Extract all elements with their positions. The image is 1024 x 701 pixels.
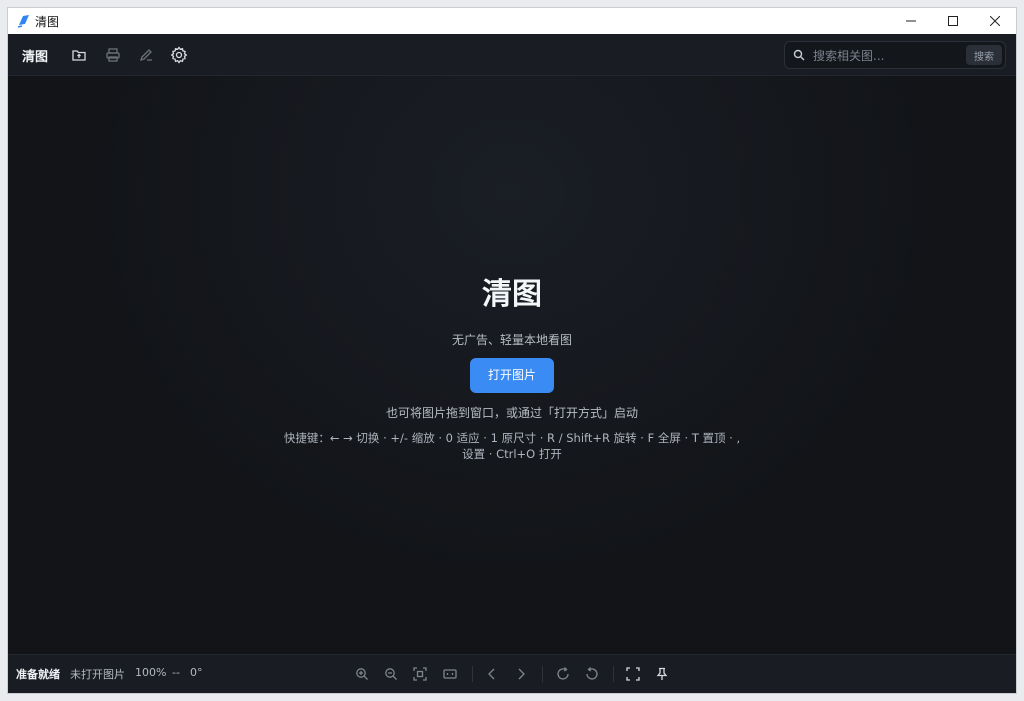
welcome-panel: 清图 无广告、轻量本地看图 打开图片 也可将图片拖到窗口，或通过「打开方式」启动… — [8, 274, 1016, 462]
settings-icon[interactable] — [169, 45, 189, 65]
open-image-button[interactable]: 打开图片 — [470, 358, 554, 393]
search-button[interactable]: 搜索 — [966, 45, 1002, 65]
status-bar: 准备就绪 未打开图片 100% -- 0° — [8, 654, 1016, 693]
status-rotation: 0° — [190, 666, 203, 679]
print-icon[interactable] — [103, 45, 123, 65]
shortcut-hints: 快捷键：← → 切换 · +/- 缩放 · 0 适应 · 1 原尺寸 · R /… — [283, 431, 741, 461]
zoom-out-icon[interactable] — [382, 665, 400, 683]
window-title: 清图 — [35, 15, 60, 29]
minimize-button[interactable] — [890, 8, 932, 34]
os-title-bar: 清图 — [8, 8, 1016, 34]
brand-label: 清图 — [22, 50, 49, 65]
fullscreen-icon[interactable] — [624, 665, 642, 683]
toolbar: 清图 搜索相关图... 搜索 — [8, 34, 1016, 76]
close-button[interactable] — [974, 8, 1016, 34]
next-icon[interactable] — [512, 665, 530, 683]
status-file: 未打开图片 — [70, 668, 125, 681]
edit-icon[interactable] — [136, 45, 156, 65]
actual-size-icon[interactable] — [441, 665, 459, 683]
prev-icon[interactable] — [483, 665, 501, 683]
search-input[interactable] — [811, 45, 965, 67]
search-icon — [793, 49, 805, 61]
open-folder-icon[interactable] — [69, 45, 89, 65]
zoom-in-icon[interactable] — [353, 665, 371, 683]
app-logo-icon — [16, 13, 32, 29]
viewer-area[interactable]: 清图 无广告、轻量本地看图 打开图片 也可将图片拖到窗口，或通过「打开方式」启动… — [8, 76, 1016, 655]
welcome-tagline: 无广告、轻量本地看图 — [451, 333, 572, 347]
rotate-right-icon[interactable] — [554, 665, 572, 683]
welcome-title: 清图 — [482, 277, 542, 312]
rotate-left-icon[interactable] — [583, 665, 601, 683]
status-zoom: 100% — [135, 666, 167, 679]
fit-icon[interactable] — [411, 665, 429, 683]
search-box: 搜索 — [784, 41, 1006, 69]
drag-hint: 也可将图片拖到窗口，或通过「打开方式」启动 — [385, 406, 638, 420]
status-state: 准备就绪 — [16, 668, 60, 681]
status-dimensions: -- — [172, 666, 180, 679]
pin-icon[interactable] — [653, 665, 671, 683]
maximize-button[interactable] — [932, 8, 974, 34]
app-window: 清图 清图 搜索相关图... 搜索 清图 无广告、轻量本地看图 打开图片 也可将… — [7, 7, 1017, 694]
